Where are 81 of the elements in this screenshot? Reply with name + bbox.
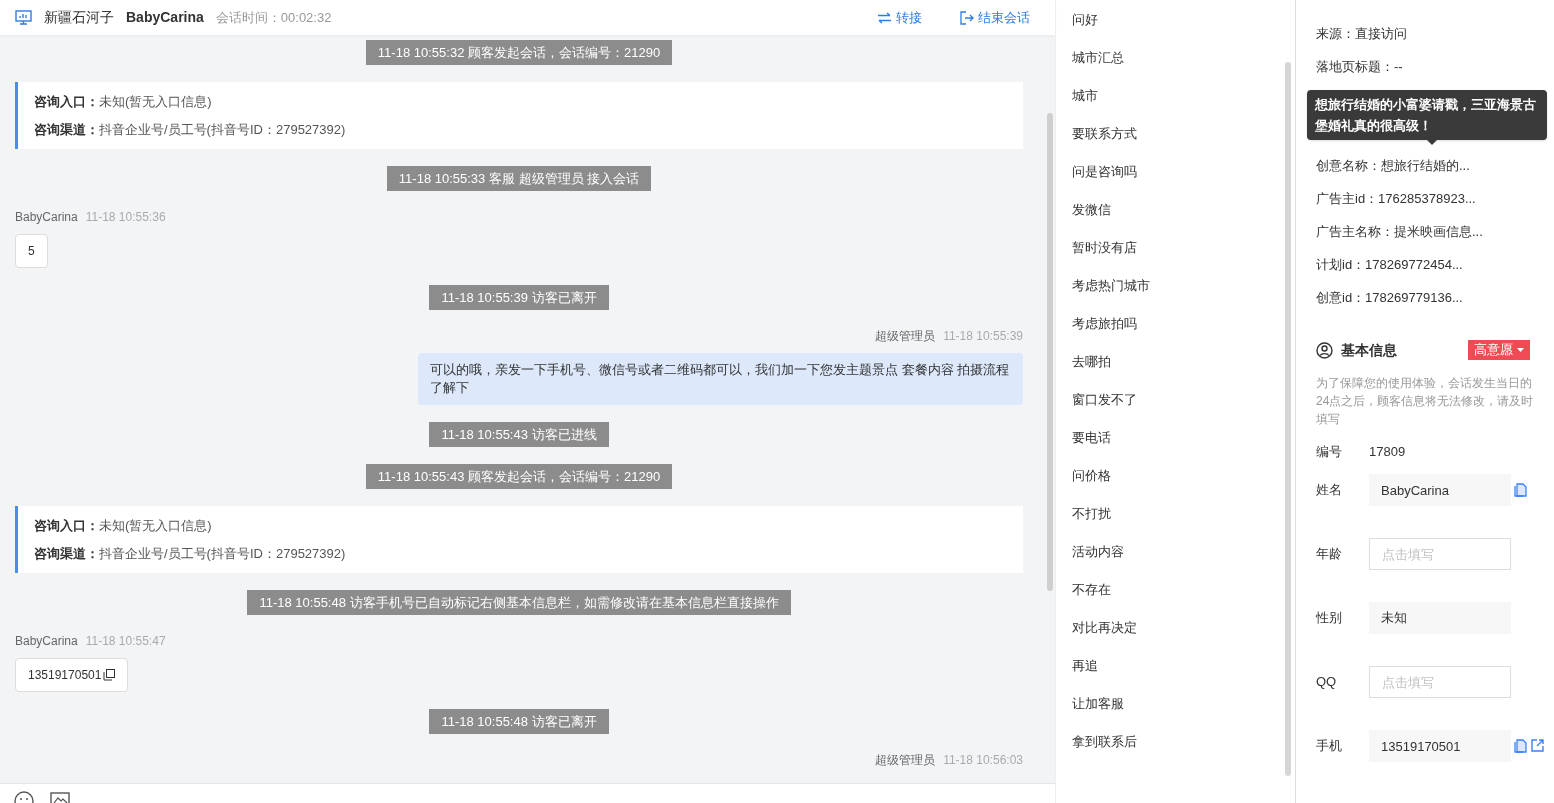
quick-reply-item[interactable]: 问好 [1072, 10, 1285, 30]
tooltip-arrow-icon [1427, 140, 1437, 145]
system-notice: 11-18 10:55:48 访客手机号已自动标记右侧基本信息栏，如需修改请在基本信息栏直接操作 [247, 590, 791, 615]
header-action-link[interactable]: 结束会话 [960, 7, 1030, 28]
quick-reply-item[interactable]: 考虑旅拍吗 [1072, 314, 1285, 334]
visitor-location: 新疆石河子 [44, 8, 114, 27]
source-info-row-text: 广告主名称：提米映画信息... [1316, 223, 1484, 241]
field-label: 年龄 [1316, 545, 1343, 564]
system-notice: 11-18 10:55:32 顾客发起会话，会话编号：21290 [365, 40, 673, 65]
system-notice: 11-18 10:55:39 访客已离开 [429, 285, 609, 310]
field-label: 姓名 [1316, 481, 1343, 500]
field-label: 性别 [1316, 609, 1343, 628]
exit-icon [960, 10, 974, 25]
quick-reply-item[interactable]: 不存在 [1072, 580, 1285, 600]
system-notice: 11-18 10:55:48 访客已离开 [429, 709, 609, 734]
swap-icon [877, 11, 892, 24]
header-action-link[interactable]: 转接 [877, 7, 922, 28]
quick-reply-item[interactable]: 要联系方式 [1072, 124, 1285, 144]
quick-reply-item[interactable]: 让加客服 [1072, 694, 1285, 714]
source-info-row-text: 来源：直接访问 [1316, 25, 1408, 43]
info-line: 咨询入口：未知(暂无入口信息) [34, 93, 213, 111]
quick-reply-item[interactable]: 对比再决定 [1072, 618, 1285, 638]
quick-reply-item[interactable]: 城市 [1072, 86, 1285, 106]
system-notice: 11-18 10:55:43 访客已进线 [429, 422, 609, 447]
field-label: QQ [1316, 673, 1338, 692]
message-time: 11-18 10:55:47 [85, 633, 166, 650]
intent-tag-dropdown[interactable]: 高意愿 [1468, 340, 1530, 360]
source-info-row-text: 计划id：178269772454... [1316, 256, 1464, 274]
quick-reply-item[interactable]: 活动内容 [1072, 542, 1285, 562]
input-field[interactable]: 点击填写 [1369, 538, 1511, 570]
quick-reply-item[interactable]: 拿到联系后 [1072, 732, 1285, 752]
input-field[interactable]: BabyCarina [1369, 474, 1511, 506]
customer-id: 17809 [1369, 443, 1406, 462]
system-notice: 11-18 10:55:33 客服 超级管理员 接入会话 [386, 166, 652, 191]
session-duration: 会话时间：00:02:32 [215, 8, 332, 27]
input-field[interactable]: 13519170501 [1369, 730, 1511, 762]
sender-name: 超级管理员 [875, 328, 936, 345]
message-time: 11-18 10:55:39 [943, 328, 1023, 345]
quick-reply-item[interactable]: 问是咨询吗 [1072, 162, 1285, 182]
quick-reply-item[interactable]: 再追 [1072, 656, 1285, 676]
message-text: 5 [28, 243, 35, 260]
sender-name: 超级管理员 [875, 752, 936, 769]
input-field[interactable]: 未知 [1369, 602, 1511, 634]
source-info-row-text: 落地页标题：-- [1316, 58, 1404, 76]
system-notice: 11-18 10:55:43 顾客发起会话，会话编号：21290 [365, 464, 673, 489]
info-line: 咨询渠道：抖音企业号/员工号(抖音号ID：279527392) [34, 544, 347, 563]
quick-reply-item[interactable]: 考虑热门城市 [1072, 276, 1285, 296]
sender-name: BabyCarina [15, 209, 78, 226]
info-line: 咨询渠道：抖音企业号/员工号(抖音号ID：279527392) [34, 120, 347, 139]
source-info-row-text: 创意名称：想旅行结婚的... [1316, 157, 1471, 175]
notice-text: 为了保障您的使用体验，会话发生当日的24点之后，顾客信息将无法修改，请及时填写 [1316, 375, 1535, 428]
quick-reply-item[interactable]: 发微信 [1072, 200, 1285, 220]
external-link-icon[interactable] [1531, 739, 1544, 752]
monitor-icon [15, 10, 32, 25]
caret-icon [1517, 348, 1524, 352]
quick-reply-item[interactable]: 问价格 [1072, 466, 1285, 486]
emoji-icon[interactable] [14, 791, 34, 803]
input-field[interactable]: 点击填写 [1369, 666, 1511, 698]
quick-reply-item[interactable]: 窗口发不了 [1072, 390, 1285, 410]
quick-reply-item[interactable]: 暂时没有店 [1072, 238, 1285, 258]
quick-reply-item[interactable]: 要电话 [1072, 428, 1285, 448]
scrollbar[interactable] [1285, 62, 1291, 776]
copy-icon[interactable] [103, 669, 116, 681]
field-label: 编号 [1316, 443, 1343, 462]
image-icon[interactable] [50, 791, 70, 803]
message-time: 11-18 10:55:36 [85, 209, 166, 226]
field-label: 手机 [1316, 737, 1343, 756]
section-title: 基本信息 [1341, 340, 1397, 360]
quick-reply-item[interactable]: 城市汇总 [1072, 48, 1285, 68]
visitor-name: BabyCarina [126, 8, 204, 27]
info-line: 咨询入口：未知(暂无入口信息) [34, 517, 213, 535]
scrollbar[interactable] [1047, 113, 1053, 591]
agent-bubble: 可以的哦，亲发一下手机号、微信号或者二维码都可以，我们加一下您发主题景点 套餐内容 拍摄流程了解下 [418, 353, 1023, 405]
source-info-row-text: 广告主id：176285378923... [1316, 190, 1477, 208]
message-time: 11-18 10:56:03 [943, 752, 1023, 769]
sender-name: BabyCarina [15, 633, 78, 650]
quick-reply-item[interactable]: 不打扰 [1072, 504, 1285, 524]
quick-reply-item[interactable]: 去哪拍 [1072, 352, 1285, 372]
user-icon [1316, 341, 1333, 359]
message-text: 13519170501 [28, 667, 102, 684]
source-info-row-text: 创意id：178269779136... [1316, 289, 1464, 307]
